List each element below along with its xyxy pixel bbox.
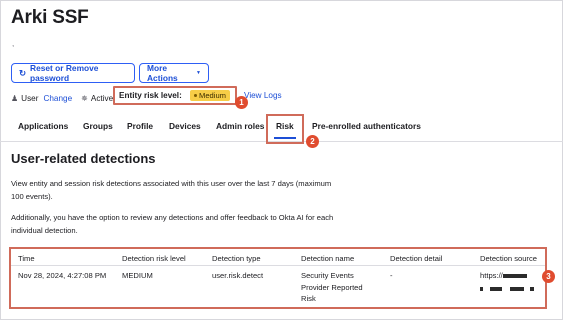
risk-level-badge: Medium <box>190 90 231 101</box>
caret-down-icon: ▼ <box>196 70 201 76</box>
description-line: View entity and session risk detections … <box>11 179 332 188</box>
table-header-divider <box>11 265 545 266</box>
redacted-text <box>510 286 525 291</box>
tab-groups[interactable]: Groups <box>83 121 113 131</box>
redacted-text <box>502 274 527 278</box>
column-header-time: Time <box>18 254 35 263</box>
reset-password-label: Reset or Remove password <box>30 63 99 83</box>
risk-dot-icon <box>194 94 197 97</box>
description-line: Additionally, you have the option to rev… <box>11 213 334 222</box>
refresh-icon: ↻ <box>19 68 27 78</box>
redacted-text <box>530 286 535 291</box>
column-header-name: Detection name <box>301 254 355 263</box>
detection-name-line: Security Events <box>301 271 354 280</box>
description-line: individual detection. <box>11 225 78 235</box>
description-line: 100 events). <box>11 191 53 201</box>
view-logs-link[interactable]: View Logs <box>244 91 282 100</box>
reset-password-button[interactable]: ↻ Reset or Remove password <box>11 63 135 83</box>
active-status-icon: ✵ <box>81 93 88 103</box>
user-type-label: User <box>21 93 39 103</box>
column-header-type: Detection type <box>212 254 261 263</box>
more-actions-label: More Actions <box>147 63 178 83</box>
callout-badge-3: 3 <box>542 270 555 283</box>
column-header-risk-level: Detection risk level <box>122 254 186 263</box>
tab-devices[interactable]: Devices <box>169 121 201 131</box>
cell-detection-detail: - <box>390 271 393 280</box>
page-title: Arki SSF <box>11 7 89 28</box>
tab-profile[interactable]: Profile <box>127 121 153 131</box>
user-status-row: ♟ User Change ✵ Active <box>11 91 113 105</box>
active-status-label: Active <box>90 93 114 103</box>
change-link[interactable]: Change <box>43 94 72 103</box>
more-actions-button[interactable]: More Actions ▼ <box>139 63 209 83</box>
column-header-detail: Detection detail <box>390 254 443 263</box>
callout-badge-1: 1 <box>235 96 248 109</box>
tab-pre-enrolled-authenticators[interactable]: Pre-enrolled authenticators <box>312 121 421 131</box>
source-url-prefix: https:// <box>480 271 503 280</box>
redacted-text <box>480 286 483 291</box>
cell-time: Nov 28, 2024, 4:27:08 PM <box>18 271 107 280</box>
user-icon: ♟ <box>11 93 19 103</box>
tab-applications[interactable]: Applications <box>18 121 68 131</box>
detection-name-line: Risk <box>301 294 316 303</box>
page-subtitle: , <box>12 39 15 48</box>
cell-risk-level: MEDIUM <box>122 271 153 280</box>
entity-risk-label: Entity risk level: <box>119 91 182 100</box>
cell-detection-type: user.risk.detect <box>212 271 264 280</box>
redacted-text <box>490 286 503 291</box>
callout-badge-2: 2 <box>306 135 319 148</box>
tab-admin-roles[interactable]: Admin roles <box>216 121 264 131</box>
risk-tab-highlight <box>266 114 304 144</box>
section-title: User-related detections <box>11 151 156 166</box>
detection-name-line: Provider Reported <box>301 282 363 292</box>
feedback-description: Additionally, you have the option to rev… <box>11 212 356 237</box>
risk-level-value: Medium <box>199 91 227 100</box>
cell-detection-name: Security Events Provider Reported Risk <box>301 270 363 305</box>
column-header-source: Detection source <box>480 254 537 263</box>
cell-detection-source: https:// <box>480 270 535 294</box>
section-description: View entity and session risk detections … <box>11 178 356 203</box>
